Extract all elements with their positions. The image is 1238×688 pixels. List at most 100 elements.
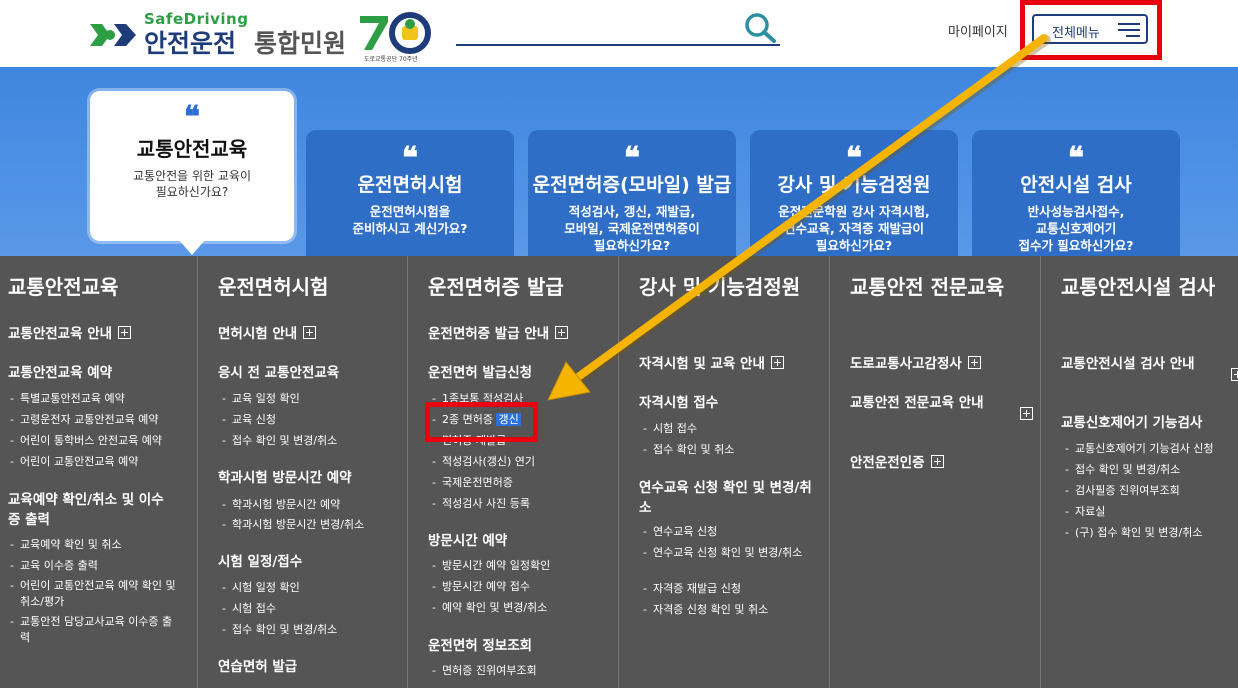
menu-section-label: 면허시험 안내 bbox=[218, 326, 298, 342]
menu-section-link[interactable]: 교통안전 전문교육 안내 bbox=[850, 393, 1033, 420]
menu-item[interactable]: 검사필증 진위여부조회 bbox=[1065, 483, 1238, 499]
card-title: 교통안전교육 bbox=[136, 137, 248, 161]
menu-section-link[interactable]: 운전면허증 발급 안내 bbox=[428, 324, 618, 344]
menu-section-title[interactable]: 운전면허 발급신청 bbox=[428, 363, 608, 383]
menu-section-title[interactable]: 자격시험 접수 bbox=[639, 393, 819, 413]
expand-plus-icon[interactable] bbox=[555, 326, 569, 339]
menu-section-title[interactable]: 방문시간 예약 bbox=[428, 531, 608, 551]
menu-item[interactable]: 접수 확인 및 변경/취소 bbox=[222, 622, 402, 638]
menu-section-title[interactable]: 운전면허 정보조회 bbox=[428, 636, 608, 656]
menu-section-label: 교통안전 전문교육 안내 bbox=[850, 395, 984, 411]
menu-item[interactable]: (구) 접수 확인 및 변경/취소 bbox=[1065, 525, 1235, 541]
menu-item[interactable]: 접수 확인 및 변경/취소 bbox=[1065, 462, 1238, 478]
menu-item[interactable]: 면허증 재발급 bbox=[432, 433, 612, 449]
menu-section-link[interactable]: 안전운전인증 bbox=[850, 453, 1030, 473]
menu-item[interactable]: 학과시험 방문시간 변경/취소 bbox=[222, 517, 402, 533]
safedriving-logo-icon bbox=[90, 24, 136, 46]
menu-item[interactable]: 연수교육 신청 확인 및 변경/취소 bbox=[643, 545, 818, 561]
menu-item[interactable]: 특별교통안전교육 예약 bbox=[10, 391, 190, 407]
expand-plus-icon[interactable] bbox=[1020, 407, 1033, 420]
menu-section-title[interactable]: 교통안전교육 예약 bbox=[8, 363, 188, 383]
card-instructor[interactable]: ❝ 강사 및 기능검정원 운전전문학원 강사 자격시험, 연수교육, 자격증 재… bbox=[750, 130, 958, 256]
menu-item[interactable]: 학과시험 방문시간 예약 bbox=[222, 497, 402, 513]
menu-section-link[interactable]: 면허시험 안내 bbox=[218, 324, 398, 344]
menu-section-title[interactable]: 연습면허 발급 bbox=[218, 657, 398, 677]
card-subtitle: 운전전문학원 강사 자격시험, 연수교육, 자격증 재발급이 필요하신가요? bbox=[778, 204, 930, 253]
menu-column-license-issue: 운전면허증 발급 운전면허증 발급 안내 운전면허 발급신청 1종보통 적성검사… bbox=[407, 256, 618, 688]
menu-section-label: 운전면허증 발급 안내 bbox=[428, 326, 550, 342]
logo-brand: 안전운전 bbox=[144, 29, 237, 58]
menu-column-title[interactable]: 교통안전교육 bbox=[8, 272, 198, 302]
menu-item[interactable]: 교육 신청 bbox=[222, 412, 402, 428]
menu-column-title[interactable]: 교통안전시설 검사 bbox=[1061, 272, 1226, 302]
menu-item[interactable]: 방문시간 예약 일정확인 bbox=[432, 558, 612, 574]
menu-item[interactable]: 1종보통 적성검사 bbox=[432, 391, 612, 407]
anniversary-70-icon bbox=[360, 12, 431, 54]
card-subtitle: 교통안전을 위한 교육이 필요하신가요? bbox=[132, 169, 252, 199]
expand-plus-icon[interactable] bbox=[1231, 368, 1238, 381]
menu-item[interactable]: 국제운전면허증 bbox=[432, 475, 612, 491]
menu-item[interactable]: 교통신호제어기 기능검사 신청 bbox=[1065, 441, 1235, 457]
menu-section-link[interactable]: 교통안전시설 검사 안내 bbox=[1061, 354, 1238, 381]
menu-item[interactable]: 적성검사 사진 등록 bbox=[432, 496, 612, 512]
menu-section-label: 도로교통사고감정사 bbox=[850, 356, 962, 372]
expand-plus-icon[interactable] bbox=[930, 455, 944, 468]
quote-icon: ❝ bbox=[183, 100, 201, 135]
menu-item[interactable]: 방문시간 예약 접수 bbox=[432, 579, 612, 595]
expand-plus-icon[interactable] bbox=[118, 326, 132, 339]
menu-item[interactable]: 어린이 교통안전교육 예약 bbox=[10, 454, 190, 470]
menu-item[interactable]: 면허증 진위여부조회 bbox=[432, 663, 612, 679]
menu-section-title[interactable]: 응시 전 교통안전교육 bbox=[218, 363, 398, 383]
menu-item-2nd-class-renewal[interactable]: 2종 면허증 갱신 bbox=[432, 412, 612, 428]
menu-column-title[interactable]: 운전면허시험 bbox=[218, 272, 408, 302]
menu-section-link[interactable]: 자격시험 및 교육 안내 bbox=[639, 354, 829, 374]
menu-item[interactable]: 접수 확인 및 변경/취소 bbox=[222, 433, 402, 449]
menu-item[interactable]: 교육 이수증 출력 bbox=[10, 558, 190, 574]
menu-section-title[interactable]: 교통신호제어기 기능검사 bbox=[1061, 413, 1238, 433]
menu-section-title[interactable]: 교육예약 확인/취소 및 이수증 출력 bbox=[8, 490, 168, 530]
menu-item[interactable]: 자격증 재발급 신청 bbox=[643, 581, 823, 597]
card-subtitle: 반사성능검사접수, 교통신호제어기 접수가 필요하신가요? bbox=[1018, 204, 1134, 253]
card-subtitle: 운전면허시험을 준비하시고 계신가요? bbox=[352, 204, 468, 236]
menu-item[interactable]: 시험 접수 bbox=[643, 421, 823, 437]
menu-item[interactable]: 교육예약 확인 및 취소 bbox=[10, 537, 190, 553]
menu-section-link[interactable]: 도로교통사고감정사 bbox=[850, 354, 1040, 374]
menu-item[interactable]: 교육 일정 확인 bbox=[222, 391, 402, 407]
menu-column-title[interactable]: 운전면허증 발급 bbox=[428, 272, 618, 302]
menu-section-link[interactable]: 교통안전교육 안내 bbox=[8, 324, 188, 344]
menu-item[interactable]: 연수교육 신청 bbox=[643, 524, 823, 540]
card-safety-facility[interactable]: ❝ 안전시설 검사 반사성능검사접수, 교통신호제어기 접수가 필요하신가요? bbox=[972, 130, 1180, 256]
menu-item[interactable]: 자격증 신청 확인 및 취소 bbox=[643, 602, 823, 618]
menu-item[interactable]: 시험 접수 bbox=[222, 601, 402, 617]
menu-section-title[interactable]: 연수교육 신청 확인 및 변경/취소 bbox=[639, 478, 814, 518]
expand-plus-icon[interactable] bbox=[967, 356, 981, 369]
card-license-test[interactable]: ❝ 운전면허시험 운전면허시험을 준비하시고 계신가요? bbox=[306, 130, 514, 256]
card-safety-education-active[interactable]: ❝ 교통안전교육 교통안전을 위한 교육이 필요하신가요? bbox=[90, 91, 294, 255]
menu-item[interactable]: 교통안전 담당교사교육 이수증 출력 bbox=[10, 614, 180, 646]
search-icon[interactable] bbox=[742, 11, 778, 45]
all-menu-label: 전체메뉴 bbox=[1052, 26, 1100, 41]
menu-item[interactable]: 자료실 bbox=[1065, 504, 1238, 520]
menu-item[interactable]: 고령운전자 교통안전교육 예약 bbox=[10, 412, 190, 428]
card-license-issue[interactable]: ❝ 운전면허증(모바일) 발급 적성검사, 갱신, 재발급, 모바일, 국제운전… bbox=[528, 130, 736, 256]
menu-section-title[interactable]: 학과시험 방문시간 예약 bbox=[218, 468, 398, 488]
menu-item[interactable]: 시험 일정 확인 bbox=[222, 580, 402, 596]
menu-item[interactable]: 적성검사(갱신) 연기 bbox=[432, 454, 612, 470]
menu-item[interactable]: 예약 확인 및 변경/취소 bbox=[432, 600, 612, 616]
menu-column-license-test: 운전면허시험 면허시험 안내 응시 전 교통안전교육 교육 일정 확인 교육 신… bbox=[197, 256, 408, 688]
menu-item-label: 2종 면허증 bbox=[442, 413, 497, 426]
all-menu-button[interactable]: 전체메뉴 bbox=[1032, 14, 1148, 44]
menu-item[interactable]: 어린이 통학버스 안전교육 예약 bbox=[10, 433, 190, 449]
search-input[interactable] bbox=[456, 44, 780, 46]
menu-section-label: 교통안전시설 검사 안내 bbox=[1061, 356, 1195, 372]
menu-column-instructor: 강사 및 기능검정원 자격시험 및 교육 안내 자격시험 접수 시험 접수 접수… bbox=[618, 256, 829, 688]
menu-section-title[interactable]: 시험 일정/접수 bbox=[218, 552, 398, 572]
expand-plus-icon[interactable] bbox=[303, 326, 317, 339]
menu-column-title[interactable]: 강사 및 기능검정원 bbox=[639, 272, 814, 302]
menu-item[interactable]: 접수 확인 및 취소 bbox=[643, 442, 823, 458]
menu-column-title[interactable]: 교통안전 전문교육 bbox=[850, 272, 1020, 302]
mypage-link[interactable]: 마이페이지 bbox=[948, 21, 1008, 40]
expand-plus-icon[interactable] bbox=[770, 356, 784, 369]
card-title: 운전면허증(모바일) 발급 bbox=[532, 174, 732, 196]
menu-item[interactable]: 어린이 교통안전교육 예약 확인 및 취소/평가 bbox=[10, 578, 180, 610]
